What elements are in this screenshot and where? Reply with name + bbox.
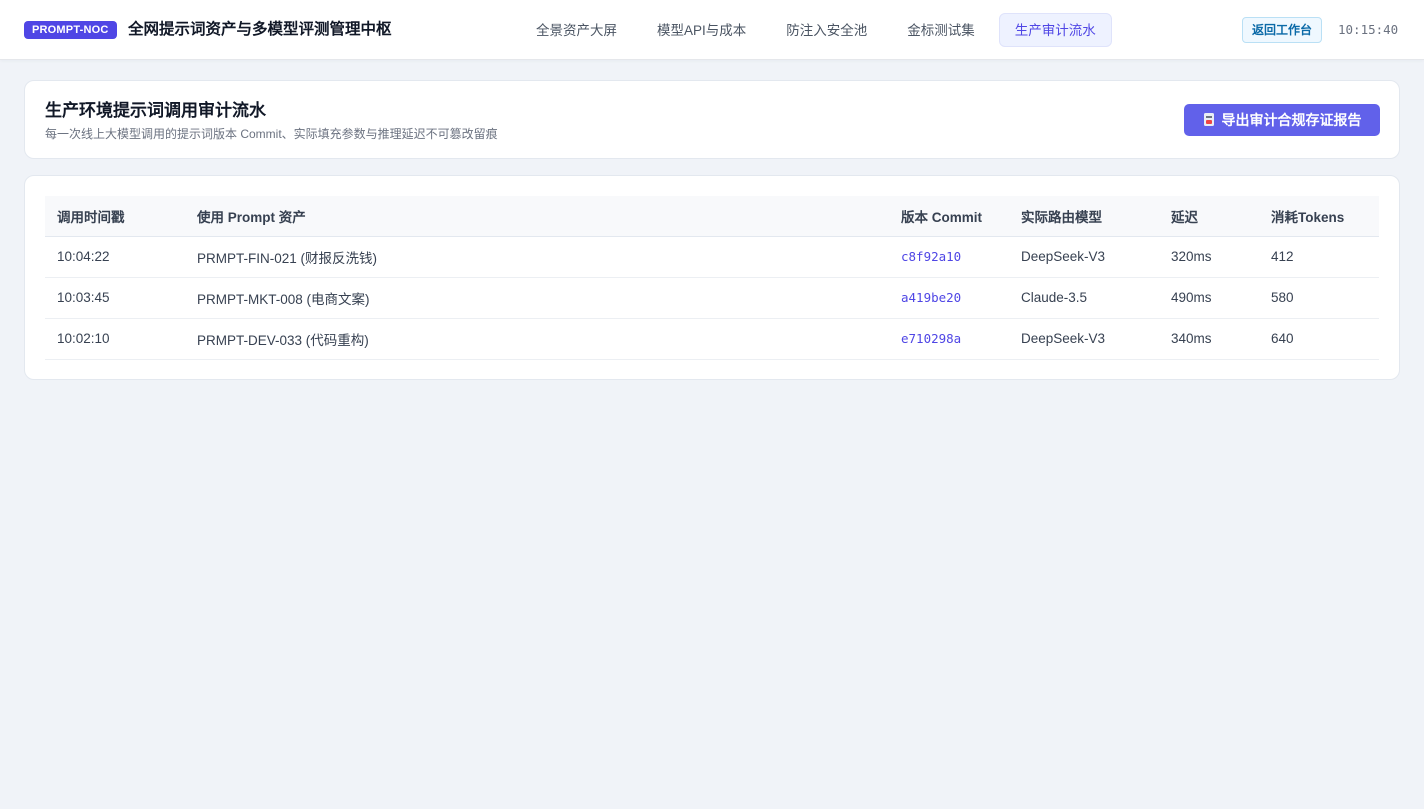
brand-badge: PROMPT-NOC — [24, 21, 117, 39]
column-header-time[interactable]: 调用时间戳 — [45, 196, 185, 237]
nav-tab-production-audit[interactable]: 生产审计流水 — [998, 13, 1112, 47]
cell-model: DeepSeek-V3 — [1009, 318, 1159, 360]
nav-tab-overview[interactable]: 全景资产大屏 — [520, 13, 633, 47]
cell-tokens: 640 — [1259, 318, 1379, 360]
nav-tab-golden-testset[interactable]: 金标测试集 — [891, 13, 991, 47]
column-header-prompt[interactable]: 使用 Prompt 资产 — [185, 196, 889, 237]
cell-latency: 320ms — [1159, 236, 1259, 278]
export-report-label: 导出审计合规存证报告 — [1221, 112, 1362, 128]
column-header-tokens[interactable]: 消耗Tokens — [1259, 196, 1379, 237]
cell-prompt: PRMPT-FIN-021 (财报反洗钱) — [185, 236, 889, 278]
column-header-latency[interactable]: 延迟 — [1159, 196, 1259, 237]
main-nav: 全景资产大屏 模型API与成本 防注入安全池 金标测试集 生产审计流水 — [520, 13, 1120, 47]
nav-tab-model-api-cost[interactable]: 模型API与成本 — [641, 13, 762, 47]
audit-table: 调用时间戳 使用 Prompt 资产 版本 Commit 实际路由模型 延迟 消… — [45, 196, 1379, 360]
top-bar: PROMPT-NOC 全网提示词资产与多模型评测管理中枢 全景资产大屏 模型AP… — [0, 0, 1424, 60]
export-report-button[interactable]: 导出审计合规存证报告 — [1184, 104, 1380, 136]
cell-commit[interactable]: c8f92a10 — [889, 236, 1009, 278]
cell-prompt: PRMPT-MKT-008 (电商文案) — [185, 277, 889, 319]
cell-latency: 340ms — [1159, 318, 1259, 360]
cell-latency: 490ms — [1159, 277, 1259, 319]
page-header-panel: 生产环境提示词调用审计流水 每一次线上大模型调用的提示词版本 Commit、实际… — [24, 80, 1400, 159]
nav-tab-injection-security[interactable]: 防注入安全池 — [770, 13, 883, 47]
page-title: 生产环境提示词调用审计流水 — [45, 101, 266, 120]
audit-table-panel: 调用时间戳 使用 Prompt 资产 版本 Commit 实际路由模型 延迟 消… — [24, 175, 1400, 380]
cell-tokens: 580 — [1259, 277, 1379, 319]
cell-prompt: PRMPT-DEV-033 (代码重构) — [185, 318, 889, 360]
table-row[interactable]: 10:02:10 PRMPT-DEV-033 (代码重构) e710298a D… — [45, 318, 1379, 360]
app-title: 全网提示词资产与多模型评测管理中枢 — [128, 21, 392, 38]
cell-model: DeepSeek-V3 — [1009, 236, 1159, 278]
cell-tokens: 412 — [1259, 236, 1379, 278]
table-row[interactable]: 10:04:22 PRMPT-FIN-021 (财报反洗钱) c8f92a10 … — [45, 236, 1379, 278]
cell-model: Claude-3.5 — [1009, 277, 1159, 319]
report-icon — [1203, 113, 1215, 127]
cell-time: 10:02:10 — [45, 318, 185, 360]
page-subtitle: 每一次线上大模型调用的提示词版本 Commit、实际填充参数与推理延迟不可篡改留… — [45, 127, 498, 141]
table-header-row: 调用时间戳 使用 Prompt 资产 版本 Commit 实际路由模型 延迟 消… — [45, 196, 1379, 237]
cell-commit[interactable]: a419be20 — [889, 277, 1009, 319]
clock: 10:15:40 — [1338, 22, 1399, 37]
back-to-workbench-button[interactable]: 返回工作台 — [1242, 17, 1323, 43]
table-row[interactable]: 10:03:45 PRMPT-MKT-008 (电商文案) a419be20 C… — [45, 277, 1379, 319]
cell-time: 10:03:45 — [45, 277, 185, 319]
cell-time: 10:04:22 — [45, 236, 185, 278]
column-header-model[interactable]: 实际路由模型 — [1009, 196, 1159, 237]
cell-commit[interactable]: e710298a — [889, 318, 1009, 360]
column-header-commit[interactable]: 版本 Commit — [889, 196, 1009, 237]
